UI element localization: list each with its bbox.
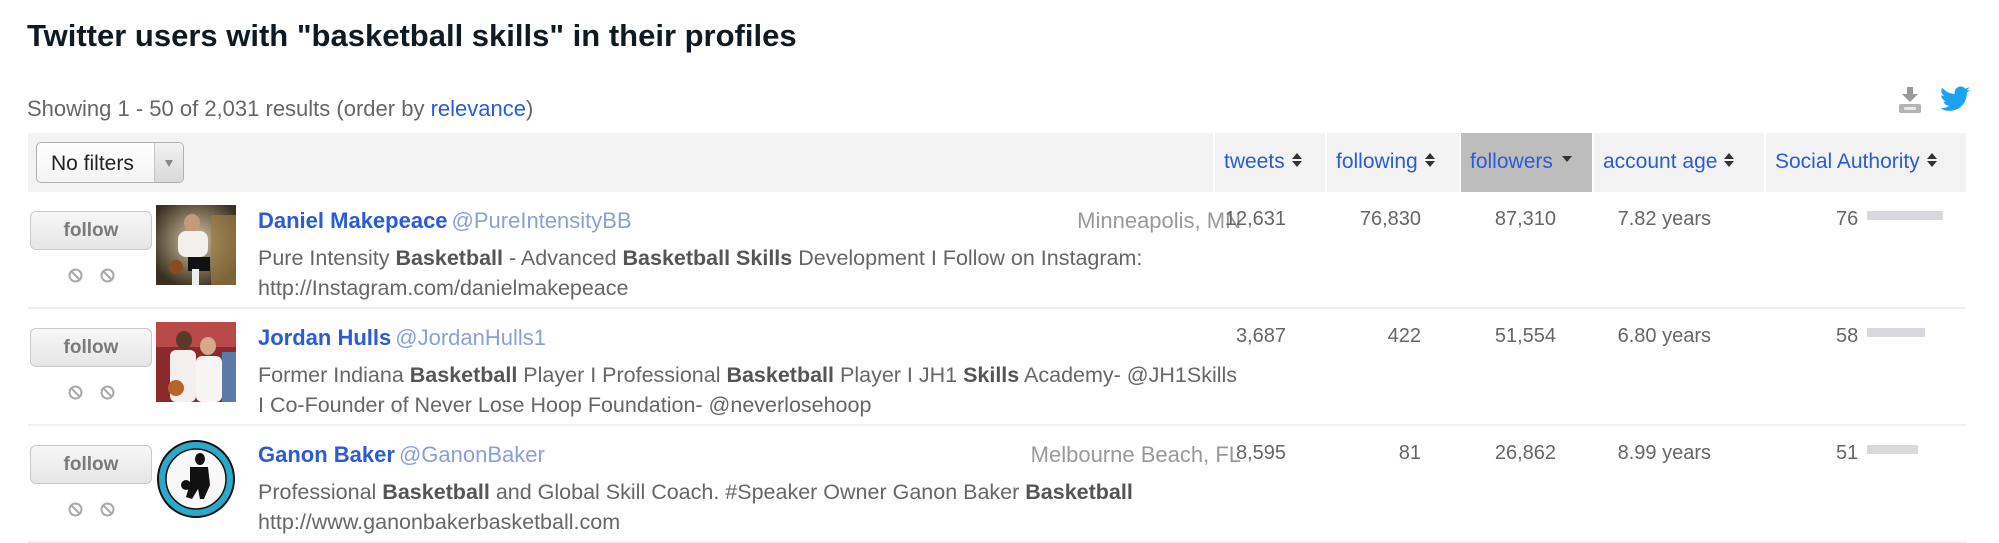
block-icon[interactable] [68,502,83,517]
user-name-line: Jordan Hulls @JordanHulls1 [258,325,546,351]
table-row: follow Jordan Hulls @JordanHulls1 Former … [28,309,1966,426]
social-authority-score: 58 [1836,325,1859,347]
summary-suffix: ) [525,96,534,121]
sort-both-icon [1724,153,1735,168]
following-count: 422 [1387,325,1421,347]
download-icon[interactable] [1896,86,1924,114]
bio-text: Pure Intensity [258,246,396,270]
bio-text: Player I JH1 [834,363,964,387]
sort-both-icon [1926,153,1937,168]
followers-count: 26,862 [1494,442,1556,464]
bio-text: Player I Professional [517,363,727,387]
user-bio: Professional Basketball and Global Skill… [258,477,1248,537]
bio-text: - Advanced [503,246,623,270]
user-name[interactable]: Daniel Makepeace [258,208,448,233]
column-header-followers[interactable]: followers [1459,133,1592,192]
table-row: follow Ganon Baker @GanonBaker Melbourne … [28,426,1966,543]
user-name[interactable]: Ganon Baker [258,442,395,467]
bio-text: Former Indiana [258,363,410,387]
mute-icon[interactable] [100,502,115,517]
bio-text: http://www.ganonbakerbasketball.com [258,510,621,534]
summary-prefix: Showing 1 - 50 of 2,031 results (order b… [27,96,431,121]
table-row: follow Daniel Makepeace @PureIntensityBB … [28,192,1966,309]
social-authority-bar [1867,211,1943,220]
following-count: 81 [1398,442,1421,464]
account-age: 8.99 years [1617,442,1711,464]
user-bio: Former Indiana Basketball Player I Profe… [258,360,1248,420]
follow-button[interactable]: follow [30,328,152,367]
bio-keyword: Skills [963,363,1020,387]
social-authority-score: 51 [1836,442,1859,464]
bio-keyword: Basketball [726,363,835,387]
mute-icon[interactable] [100,268,115,283]
avatar[interactable] [156,205,236,285]
results-summary: Showing 1 - 50 of 2,031 results (order b… [27,96,533,122]
avatar[interactable] [156,322,236,402]
follow-button[interactable]: follow [30,445,152,484]
block-icon[interactable] [68,385,83,400]
social-authority-score: 76 [1836,208,1859,230]
order-by-relevance-link[interactable]: relevance [431,96,526,121]
column-label: Social Authority [1775,150,1920,173]
column-label: followers [1470,150,1553,173]
user-handle[interactable]: @PureIntensityBB [452,208,632,233]
bio-keyword: Basketball Skills [622,246,793,270]
user-name-line: Daniel Makepeace @PureIntensityBB [258,208,632,234]
column-label: tweets [1224,150,1285,173]
column-header-tweets[interactable]: tweets [1213,133,1325,192]
user-name-line: Ganon Baker @GanonBaker [258,442,545,468]
bio-text: Professional [258,480,383,504]
bio-keyword: Basketball [382,480,490,504]
user-bio: Pure Intensity Basketball - Advanced Bas… [258,243,1248,303]
page-title: Twitter users with "basketball skills" i… [27,18,797,53]
account-age: 7.82 years [1617,208,1711,230]
tweets-count: 8,595 [1235,442,1286,464]
bio-keyword: Basketball [395,246,503,270]
sort-both-icon [1291,153,1302,168]
column-label: account age [1603,150,1718,173]
follow-button[interactable]: follow [30,211,152,250]
user-handle[interactable]: @GanonBaker [399,442,545,467]
followers-count: 51,554 [1494,325,1556,347]
user-location: Melbourne Beach, FL [1030,442,1241,467]
sort-desc-icon [1561,156,1572,163]
filter-selected-value: No filters [51,152,134,175]
column-label: following [1336,150,1418,173]
sort-both-icon [1424,153,1435,168]
social-authority-bar [1867,328,1925,337]
account-age: 6.80 years [1617,325,1711,347]
chevron-down-icon[interactable] [154,143,183,182]
filter-select[interactable]: No filters [36,142,184,183]
twitter-bird-icon[interactable] [1940,86,1970,112]
column-header-social-authority[interactable]: Social Authority [1764,133,1966,192]
tweets-count: 12,631 [1224,208,1286,230]
bio-text: and Global Skill Coach. #Speaker Owner G… [489,480,1026,504]
column-header-following[interactable]: following [1325,133,1459,192]
social-authority-bar [1867,445,1918,454]
bio-keyword: Basketball [409,363,518,387]
tweets-count: 3,687 [1235,325,1286,347]
mute-icon[interactable] [100,385,115,400]
bio-keyword: Basketball [1025,480,1133,504]
user-handle[interactable]: @JordanHulls1 [395,325,546,350]
block-icon[interactable] [68,268,83,283]
followers-count: 87,310 [1494,208,1556,230]
column-header-account-age[interactable]: account age [1592,133,1764,192]
following-count: 76,830 [1359,208,1421,230]
user-name[interactable]: Jordan Hulls [258,325,391,350]
avatar[interactable] [156,439,236,519]
user-location: Minneapolis, MN [1077,208,1241,233]
